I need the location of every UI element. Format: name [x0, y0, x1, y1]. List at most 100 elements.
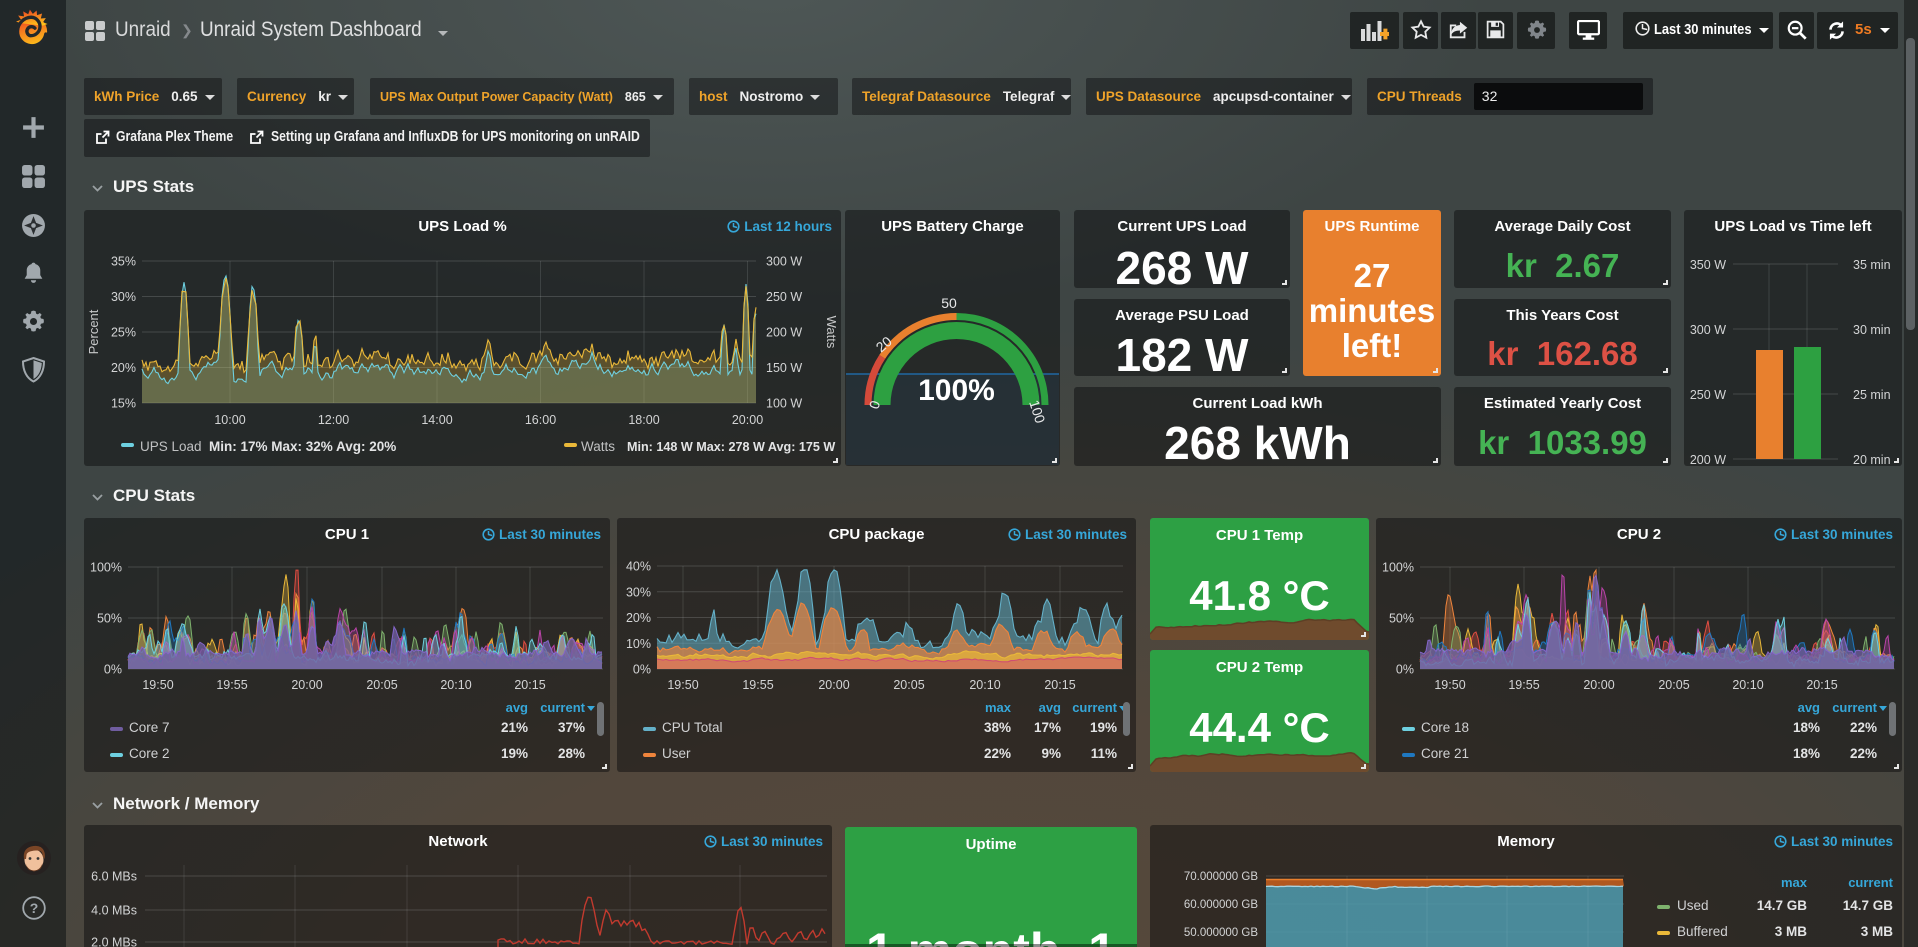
svg-text:38%: 38%: [984, 720, 1011, 735]
svg-text:3 MB: 3 MB: [1861, 924, 1894, 939]
svg-text:Percent: Percent: [86, 309, 101, 354]
svg-text:300 W: 300 W: [766, 255, 802, 269]
svg-text:20:05: 20:05: [366, 678, 397, 692]
svg-text:21%: 21%: [501, 720, 528, 735]
svg-text:50%: 50%: [1389, 612, 1414, 626]
svg-text:20%: 20%: [111, 361, 136, 375]
svg-text:250 W: 250 W: [1690, 388, 1726, 402]
svg-text:20:00: 20:00: [732, 413, 763, 427]
svg-text:22%: 22%: [984, 746, 1011, 761]
svg-text:0%: 0%: [1396, 663, 1414, 677]
svg-text:current: current: [1072, 700, 1117, 715]
svg-text:10:00: 10:00: [214, 413, 245, 427]
svg-text:2.0 MBs: 2.0 MBs: [91, 936, 137, 947]
svg-text:20:10: 20:10: [969, 678, 1000, 692]
svg-text:19:50: 19:50: [1434, 678, 1465, 692]
svg-text:350 W: 350 W: [1690, 258, 1726, 272]
svg-text:?: ?: [30, 900, 39, 916]
svg-text:Min: 17% Max: 32% Avg: 20%: Min: 17% Max: 32% Avg: 20%: [209, 439, 396, 454]
svg-text:UPS Load: UPS Load: [140, 439, 202, 454]
svg-text:25 min: 25 min: [1853, 388, 1891, 402]
svg-text:37%: 37%: [558, 720, 585, 735]
svg-text:max: max: [985, 700, 1012, 715]
svg-text:19:50: 19:50: [142, 678, 173, 692]
svg-text:28%: 28%: [558, 746, 585, 761]
svg-text:20 min: 20 min: [1853, 453, 1891, 466]
svg-text:Core 21: Core 21: [1421, 746, 1469, 761]
svg-text:10%: 10%: [626, 637, 651, 651]
svg-text:12:00: 12:00: [318, 413, 349, 427]
svg-text:50: 50: [941, 295, 957, 311]
svg-text:19:55: 19:55: [742, 678, 773, 692]
svg-text:22%: 22%: [1850, 746, 1877, 761]
svg-text:Min: 148 W Max: 278 W Avg: 1: Min: 148 W Max: 278 W Avg: 175 W: [627, 440, 835, 454]
svg-text:19:55: 19:55: [216, 678, 247, 692]
svg-text:35%: 35%: [111, 255, 136, 269]
svg-text:100 W: 100 W: [766, 397, 802, 411]
svg-text:20%: 20%: [626, 611, 651, 625]
svg-text:200 W: 200 W: [766, 326, 802, 340]
svg-text:current: current: [1848, 875, 1893, 890]
svg-text:20: 20: [873, 333, 895, 355]
svg-text:25%: 25%: [111, 326, 136, 340]
svg-text:avg: avg: [506, 700, 528, 715]
svg-text:Watts: Watts: [824, 316, 839, 349]
svg-text:150 W: 150 W: [766, 361, 802, 375]
svg-text:20:00: 20:00: [818, 678, 849, 692]
svg-text:15%: 15%: [111, 397, 136, 411]
svg-text:20:15: 20:15: [1806, 678, 1837, 692]
svg-text:Watts: Watts: [581, 439, 615, 454]
svg-text:6.0 MBs: 6.0 MBs: [91, 870, 137, 884]
svg-text:Core 2: Core 2: [129, 746, 170, 761]
svg-text:18%: 18%: [1793, 720, 1820, 735]
svg-text:30%: 30%: [626, 585, 651, 599]
svg-text:current: current: [1832, 700, 1877, 715]
svg-text:17%: 17%: [1034, 720, 1061, 735]
svg-text:35 min: 35 min: [1853, 258, 1891, 272]
svg-text:50%: 50%: [97, 612, 122, 626]
svg-text:20:05: 20:05: [1658, 678, 1689, 692]
svg-text:20:15: 20:15: [514, 678, 545, 692]
svg-text:14.7 GB: 14.7 GB: [1757, 898, 1808, 913]
svg-text:22%: 22%: [1850, 720, 1877, 735]
svg-text:50.000000 GB: 50.000000 GB: [1184, 927, 1259, 939]
svg-text:Used: Used: [1677, 898, 1709, 913]
svg-text:avg: avg: [1039, 700, 1061, 715]
svg-text:20:05: 20:05: [893, 678, 924, 692]
svg-text:avg: avg: [1798, 700, 1820, 715]
svg-text:4.0 MBs: 4.0 MBs: [91, 904, 137, 918]
svg-text:Core 18: Core 18: [1421, 720, 1469, 735]
svg-text:40%: 40%: [626, 560, 651, 574]
svg-text:9%: 9%: [1041, 746, 1061, 761]
svg-text:current: current: [540, 700, 585, 715]
svg-text:60.000000 GB: 60.000000 GB: [1184, 899, 1259, 911]
svg-text:16:00: 16:00: [525, 413, 556, 427]
svg-text:100%: 100%: [1382, 561, 1414, 575]
svg-text:14:00: 14:00: [421, 413, 452, 427]
svg-text:CPU Total: CPU Total: [662, 720, 723, 735]
svg-text:30%: 30%: [111, 290, 136, 304]
svg-text:11%: 11%: [1091, 746, 1117, 761]
svg-text:70.000000 GB: 70.000000 GB: [1184, 871, 1259, 883]
svg-text:20:10: 20:10: [1732, 678, 1763, 692]
svg-text:20:00: 20:00: [1583, 678, 1614, 692]
svg-text:0%: 0%: [104, 663, 122, 677]
svg-text:18:00: 18:00: [628, 413, 659, 427]
svg-text:User: User: [662, 746, 691, 761]
svg-text:20:00: 20:00: [291, 678, 322, 692]
svg-text:18%: 18%: [1793, 746, 1820, 761]
svg-text:250 W: 250 W: [766, 290, 802, 304]
svg-text:20:15: 20:15: [1044, 678, 1075, 692]
svg-text:19:55: 19:55: [1508, 678, 1539, 692]
svg-text:0%: 0%: [633, 663, 651, 677]
svg-text:20:10: 20:10: [440, 678, 471, 692]
svg-text:300 W: 300 W: [1690, 323, 1726, 337]
svg-text:19%: 19%: [501, 746, 528, 761]
svg-text:max: max: [1781, 875, 1808, 890]
svg-text:100%: 100%: [90, 561, 122, 575]
svg-text:3 MB: 3 MB: [1775, 924, 1808, 939]
svg-text:19%: 19%: [1090, 720, 1117, 735]
svg-text:19:50: 19:50: [667, 678, 698, 692]
svg-text:Buffered: Buffered: [1677, 924, 1728, 939]
svg-text:100%: 100%: [918, 374, 995, 407]
